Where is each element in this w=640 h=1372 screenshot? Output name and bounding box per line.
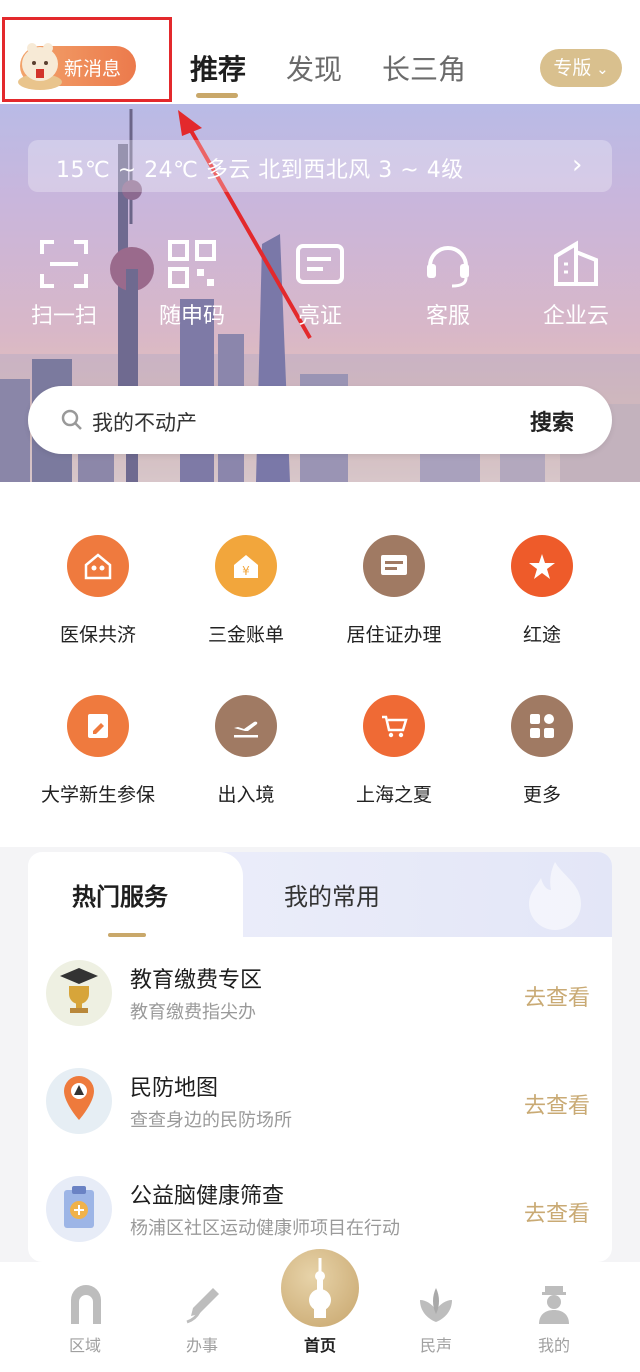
headset-icon[interactable] — [422, 238, 474, 290]
service-label[interactable]: 居住证办理 — [314, 620, 474, 647]
plane-glyph — [234, 721, 258, 738]
star-glyph — [529, 554, 555, 579]
tab-discover[interactable]: 发现 — [286, 48, 342, 88]
search-placeholder: 我的不动产 — [92, 411, 197, 435]
document-glyph — [88, 714, 108, 738]
service-label[interactable]: 出入境 — [166, 780, 326, 807]
card-tab-indicator — [108, 933, 146, 937]
chevron-right-icon: › — [572, 150, 583, 180]
view-button[interactable]: 去查看 — [524, 1088, 590, 1120]
svg-text:¥: ¥ — [242, 564, 250, 578]
search-button[interactable]: 搜索 — [530, 405, 574, 437]
view-button[interactable]: 去查看 — [524, 980, 590, 1012]
row-title[interactable]: 教育缴费专区 — [130, 962, 262, 994]
service-label[interactable]: 大学新生参保 — [18, 780, 178, 807]
row-subtitle: 杨浦区社区运动健康师项目在行动 — [130, 1218, 400, 1239]
arch-icon[interactable] — [65, 1284, 107, 1326]
tab-my-frequent[interactable]: 我的常用 — [284, 877, 380, 912]
service-label[interactable]: 更多 — [462, 780, 622, 807]
family-glyph — [84, 553, 112, 580]
quick-action-label: 亮证 — [297, 304, 342, 329]
tab-yangtze-delta[interactable]: 长三角 — [382, 48, 466, 88]
pearl-tower-icon — [309, 1258, 331, 1318]
magnolia-icon[interactable] — [415, 1284, 457, 1326]
nav-label: 我的 — [537, 1336, 570, 1355]
quick-action-label: 企业云 — [542, 304, 609, 329]
edition-button[interactable]: 专版 ⌄ — [540, 49, 622, 87]
service-label[interactable]: 上海之夏 — [314, 780, 474, 807]
pen-nib-icon[interactable] — [181, 1284, 223, 1326]
edition-label: 专版 — [553, 57, 592, 79]
service-label[interactable]: 三金账单 — [166, 620, 326, 647]
weather-text: 15℃ ~ 24℃ 多云 北到西北风 3 ~ 4级 — [56, 158, 464, 183]
building-icon[interactable] — [550, 238, 602, 290]
nav-label: 民声 — [419, 1336, 452, 1355]
highlight-box — [2, 17, 172, 102]
quick-action-label: 随申码 — [158, 304, 225, 329]
service-label[interactable]: 红途 — [462, 620, 622, 647]
chevron-down-icon: ⌄ — [591, 60, 609, 78]
row-subtitle: 教育缴费指尖办 — [130, 1002, 256, 1023]
cart-glyph — [382, 715, 408, 738]
search-icon — [61, 409, 82, 430]
card-glyph — [381, 555, 407, 575]
nav-label: 办事 — [185, 1336, 218, 1355]
qr-code-icon[interactable] — [166, 238, 218, 290]
quick-action-label: 扫一扫 — [30, 304, 97, 329]
view-button[interactable]: 去查看 — [524, 1196, 590, 1228]
flame-watermark-icon — [529, 862, 581, 930]
nav-label: 区域 — [68, 1336, 101, 1355]
scan-icon[interactable] — [38, 238, 90, 290]
row-title[interactable]: 民防地图 — [130, 1070, 218, 1102]
pin-glyph — [64, 1076, 94, 1120]
yen-glyph: ¥ — [234, 555, 258, 578]
card-icon[interactable] — [294, 238, 346, 290]
service-label[interactable]: 医保共济 — [18, 620, 178, 647]
row-subtitle: 查查身边的民防场所 — [130, 1110, 292, 1131]
apps-glyph — [530, 714, 554, 738]
row-title[interactable]: 公益脑健康筛查 — [130, 1178, 284, 1210]
nav-label: 首页 — [303, 1336, 336, 1355]
person-icon[interactable] — [533, 1284, 575, 1326]
tab-hot-services[interactable]: 热门服务 — [72, 877, 168, 912]
tab-recommend[interactable]: 推荐 — [190, 48, 246, 88]
tab-active-indicator — [196, 93, 238, 98]
quick-action-label: 客服 — [425, 304, 470, 329]
clipboard-glyph — [64, 1186, 94, 1228]
trophy-glyph — [60, 968, 98, 1013]
